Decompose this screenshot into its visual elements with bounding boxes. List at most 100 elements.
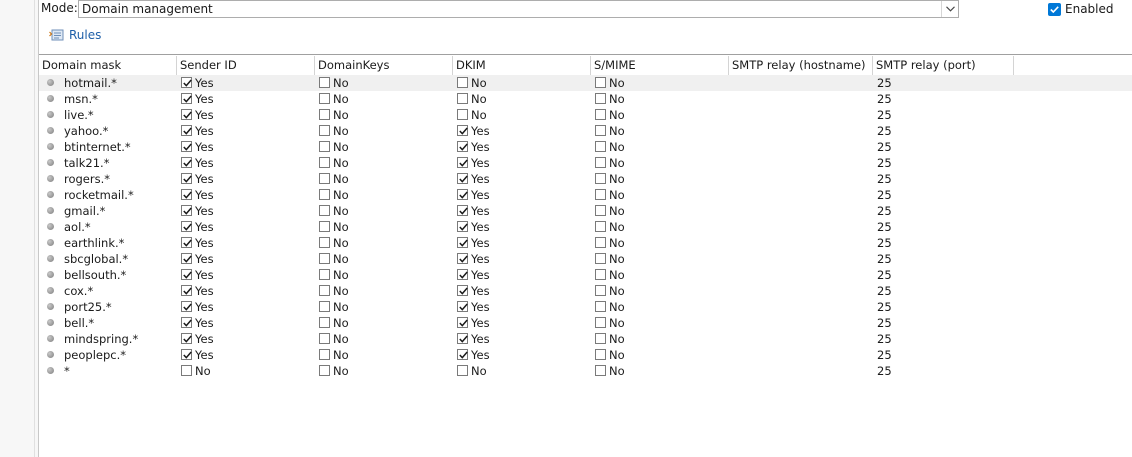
dkim-checkbox[interactable] [457,125,468,136]
domainkeys-checkbox[interactable] [319,141,330,152]
domainkeys-checkbox[interactable] [319,125,330,136]
dkim-checkbox[interactable] [457,285,468,296]
sender-id-checkbox[interactable] [181,349,192,360]
column-header-smtp-relay-port[interactable]: SMTP relay (port) [873,56,1014,75]
dkim-checkbox[interactable] [457,301,468,312]
domainkeys-checkbox[interactable] [319,77,330,88]
table-row[interactable]: aol.* Yes No Yes No 25 [39,219,1132,235]
column-header-dkim[interactable]: DKIM [453,56,591,75]
sender-id-checkbox[interactable] [181,157,192,168]
sender-id-checkbox[interactable] [181,253,192,264]
column-header-domain-mask[interactable]: Domain mask [39,56,177,75]
rules-button[interactable]: Rules [49,28,101,42]
table-row[interactable]: mindspring.* Yes No Yes No 25 [39,331,1132,347]
table-row[interactable]: port25.* Yes No Yes No 25 [39,299,1132,315]
sender-id-checkbox[interactable] [181,237,192,248]
dkim-checkbox[interactable] [457,237,468,248]
table-row[interactable]: btinternet.* Yes No Yes No 25 [39,139,1132,155]
dkim-checkbox[interactable] [457,205,468,216]
smime-checkbox[interactable] [595,77,606,88]
domainkeys-checkbox[interactable] [319,93,330,104]
table-row[interactable]: sbcglobal.* Yes No Yes No 25 [39,251,1132,267]
dkim-checkbox[interactable] [457,109,468,120]
column-header-sender-id[interactable]: Sender ID [177,56,315,75]
sender-id-checkbox[interactable] [181,205,192,216]
domainkeys-checkbox[interactable] [319,237,330,248]
smime-checkbox[interactable] [595,221,606,232]
dkim-checkbox[interactable] [457,77,468,88]
table-row[interactable]: * No No No No 25 [39,363,1132,379]
domainkeys-checkbox[interactable] [319,205,330,216]
dkim-checkbox[interactable] [457,93,468,104]
sender-id-checkbox[interactable] [181,125,192,136]
domainkeys-checkbox[interactable] [319,253,330,264]
domainkeys-checkbox[interactable] [319,109,330,120]
domainkeys-checkbox[interactable] [319,333,330,344]
smime-checkbox[interactable] [595,125,606,136]
smime-checkbox[interactable] [595,349,606,360]
smime-checkbox[interactable] [595,269,606,280]
column-header-smime[interactable]: S/MIME [591,56,729,75]
sender-id-checkbox[interactable] [181,269,192,280]
chevron-down-icon[interactable] [941,1,958,17]
smime-checkbox[interactable] [595,157,606,168]
dkim-checkbox[interactable] [457,365,468,376]
domainkeys-checkbox[interactable] [319,173,330,184]
table-row[interactable]: hotmail.* Yes No No No 25 [39,75,1132,91]
sender-id-checkbox[interactable] [181,189,192,200]
smime-checkbox[interactable] [595,109,606,120]
sender-id-checkbox[interactable] [181,285,192,296]
sender-id-checkbox[interactable] [181,109,192,120]
domainkeys-checkbox[interactable] [319,317,330,328]
table-row[interactable]: rogers.* Yes No Yes No 25 [39,171,1132,187]
sender-id-checkbox[interactable] [181,301,192,312]
table-row[interactable]: earthlink.* Yes No Yes No 25 [39,235,1132,251]
smime-checkbox[interactable] [595,285,606,296]
table-row[interactable]: msn.* Yes No No No 25 [39,91,1132,107]
dkim-checkbox[interactable] [457,269,468,280]
dkim-checkbox[interactable] [457,173,468,184]
domainkeys-checkbox[interactable] [319,365,330,376]
smime-checkbox[interactable] [595,173,606,184]
sender-id-checkbox[interactable] [181,333,192,344]
dkim-checkbox[interactable] [457,333,468,344]
dkim-checkbox[interactable] [457,157,468,168]
smime-checkbox[interactable] [595,253,606,264]
domainkeys-checkbox[interactable] [319,285,330,296]
column-header-smtp-relay-hostname[interactable]: SMTP relay (hostname) [729,56,873,75]
table-row[interactable]: bell.* Yes No Yes No 25 [39,315,1132,331]
dkim-checkbox[interactable] [457,317,468,328]
smime-checkbox[interactable] [595,365,606,376]
smime-checkbox[interactable] [595,205,606,216]
dkim-checkbox[interactable] [457,221,468,232]
table-row[interactable]: cox.* Yes No Yes No 25 [39,283,1132,299]
table-row[interactable]: live.* Yes No No No 25 [39,107,1132,123]
sender-id-checkbox[interactable] [181,173,192,184]
table-row[interactable]: gmail.* Yes No Yes No 25 [39,203,1132,219]
domainkeys-checkbox[interactable] [319,269,330,280]
table-row[interactable]: peoplepc.* Yes No Yes No 25 [39,347,1132,363]
sender-id-checkbox[interactable] [181,77,192,88]
domainkeys-checkbox[interactable] [319,301,330,312]
enabled-checkbox[interactable]: Enabled [1048,2,1114,16]
sender-id-checkbox[interactable] [181,141,192,152]
table-row[interactable]: talk21.* Yes No Yes No 25 [39,155,1132,171]
dkim-checkbox[interactable] [457,189,468,200]
smime-checkbox[interactable] [595,317,606,328]
dkim-checkbox[interactable] [457,349,468,360]
table-row[interactable]: bellsouth.* Yes No Yes No 25 [39,267,1132,283]
smime-checkbox[interactable] [595,301,606,312]
sender-id-checkbox[interactable] [181,221,192,232]
dkim-checkbox[interactable] [457,253,468,264]
smime-checkbox[interactable] [595,189,606,200]
smime-checkbox[interactable] [595,93,606,104]
table-row[interactable]: yahoo.* Yes No Yes No 25 [39,123,1132,139]
column-header-domainkeys[interactable]: DomainKeys [315,56,453,75]
dkim-checkbox[interactable] [457,141,468,152]
domainkeys-checkbox[interactable] [319,349,330,360]
smime-checkbox[interactable] [595,141,606,152]
mode-select[interactable]: Domain management [78,0,959,18]
check-icon[interactable] [1048,2,1061,16]
domainkeys-checkbox[interactable] [319,221,330,232]
smime-checkbox[interactable] [595,333,606,344]
